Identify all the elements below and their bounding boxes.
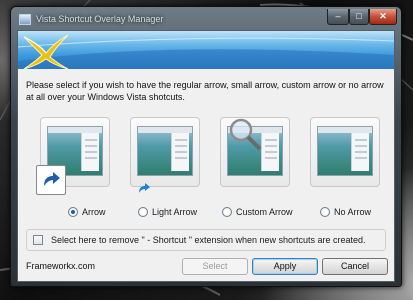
title-bar[interactable]: Vista Shortcut Overlay Manager – □ ✕ bbox=[11, 7, 401, 31]
select-button[interactable]: Select bbox=[182, 258, 248, 275]
header-banner bbox=[18, 31, 394, 69]
radio-button[interactable] bbox=[68, 207, 78, 217]
minimize-button[interactable]: – bbox=[327, 9, 349, 25]
close-button[interactable]: ✕ bbox=[369, 9, 397, 25]
client-area: Please select if you wish to have the re… bbox=[17, 30, 395, 282]
radio-button[interactable] bbox=[138, 207, 148, 217]
banner-swoosh bbox=[18, 37, 394, 69]
logo-icon bbox=[23, 34, 69, 69]
brand-text: Frameworkx.com bbox=[26, 261, 96, 271]
radio-button[interactable] bbox=[222, 207, 232, 217]
large-arrow-icon bbox=[36, 165, 66, 195]
preview-no-arrow[interactable] bbox=[310, 117, 380, 187]
app-icon bbox=[19, 14, 31, 25]
radio-label: Arrow bbox=[82, 207, 106, 217]
radio-button[interactable] bbox=[320, 207, 330, 217]
magnifier-icon bbox=[229, 118, 262, 151]
extension-option-box: Select here to remove " - Shortcut " ext… bbox=[26, 229, 386, 251]
maximize-button[interactable]: □ bbox=[349, 9, 369, 25]
radio-label: Custom Arrow bbox=[236, 207, 293, 217]
app-window: Vista Shortcut Overlay Manager – □ ✕ Ple… bbox=[10, 6, 402, 287]
instruction-text: Please select if you wish to have the re… bbox=[26, 80, 384, 102]
apply-button[interactable]: Apply bbox=[252, 258, 318, 275]
checkbox-label[interactable]: Select here to remove " - Shortcut " ext… bbox=[51, 235, 366, 245]
preview-light-arrow[interactable] bbox=[130, 117, 200, 187]
cancel-button[interactable]: Cancel bbox=[322, 258, 388, 275]
remove-shortcut-extension-checkbox[interactable] bbox=[33, 235, 43, 245]
window-preview bbox=[317, 126, 373, 176]
small-arrow-icon bbox=[139, 183, 150, 193]
window-preview bbox=[137, 126, 193, 176]
radio-label: Light Arrow bbox=[152, 207, 198, 217]
radio-label: No Arrow bbox=[334, 207, 372, 217]
window-title: Vista Shortcut Overlay Manager bbox=[36, 14, 164, 24]
